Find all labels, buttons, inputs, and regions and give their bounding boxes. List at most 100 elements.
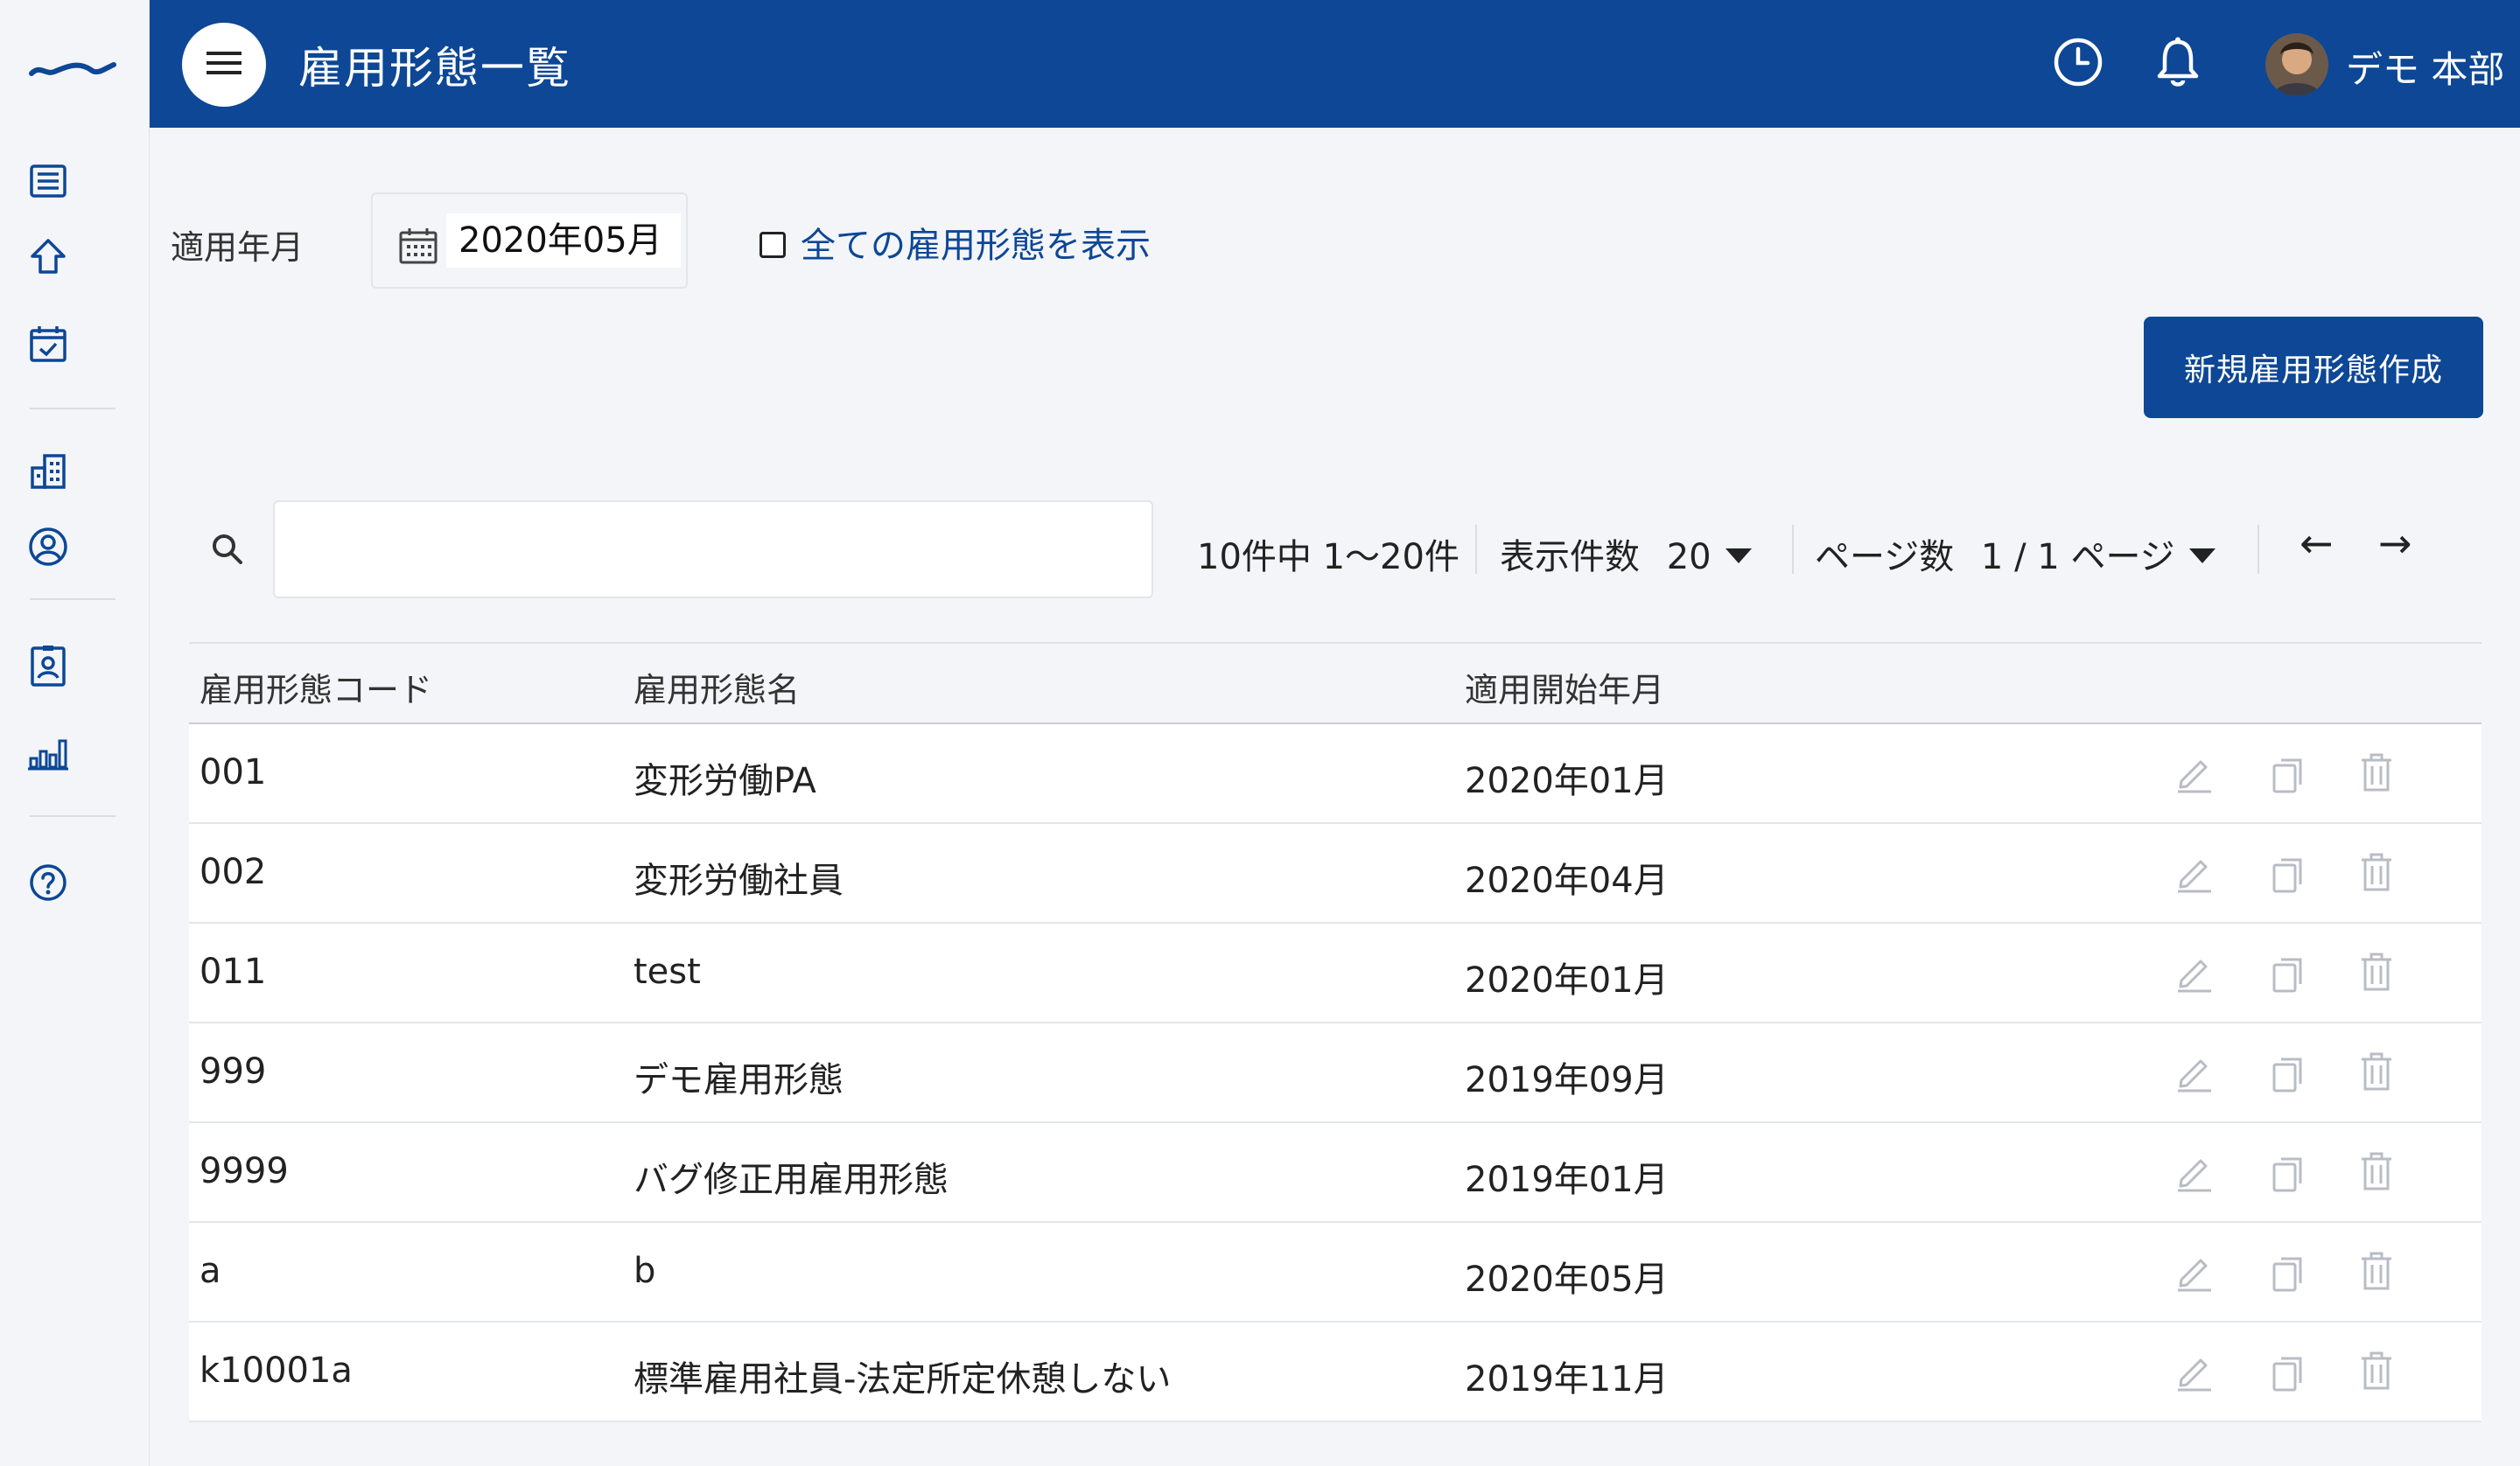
search-icon[interactable] — [210, 532, 245, 570]
sidebar-divider — [30, 598, 116, 600]
name-cell: b — [634, 1251, 656, 1291]
sidebar-item-help[interactable] — [24, 861, 72, 908]
menu-icon — [206, 50, 242, 80]
edit-button[interactable] — [2172, 1051, 2217, 1097]
copy-icon — [2269, 1052, 2306, 1096]
edit-button[interactable] — [2172, 952, 2217, 997]
pager-divider — [2258, 525, 2259, 574]
table-row[interactable]: 002 変形労働社員 2020年04月 — [189, 824, 2482, 924]
sidebar-item-attendance[interactable] — [24, 322, 72, 369]
delete-button[interactable] — [2354, 952, 2399, 997]
result-range: 10件中 1〜20件 — [1197, 537, 1460, 577]
pager-divider — [1792, 525, 1794, 574]
sidebar-item-users[interactable] — [24, 525, 72, 572]
copy-button[interactable] — [2264, 1251, 2310, 1296]
copy-button[interactable] — [2264, 1151, 2310, 1197]
calendar-icon[interactable] — [399, 227, 438, 268]
notification-button[interactable] — [2149, 35, 2207, 93]
copy-icon — [2269, 1252, 2306, 1295]
help-icon — [29, 863, 67, 905]
pencil-icon — [2174, 953, 2215, 996]
menu-button[interactable] — [182, 23, 266, 107]
avatar[interactable] — [2265, 33, 2328, 96]
table-body: 001 変形労働PA 2020年01月 002 変形労働社員 2020年04月 — [189, 724, 2482, 1422]
table-header: 雇用形態コード 雇用形態名 適用開始年月 — [189, 642, 2482, 724]
copy-button[interactable] — [2264, 1051, 2310, 1097]
pager-divider — [1475, 525, 1477, 574]
trash-icon — [2358, 1351, 2395, 1395]
delete-button[interactable] — [2354, 1051, 2399, 1097]
show-all-label[interactable]: 全ての雇用形態を表示 — [801, 217, 1151, 268]
date-input[interactable]: 2020年05月 — [446, 213, 681, 268]
sidebar-item-reports[interactable] — [24, 731, 72, 778]
code-cell: k10001a — [200, 1351, 353, 1391]
calendar-check-icon — [29, 325, 67, 366]
trash-icon — [2358, 1152, 2395, 1196]
date-picker[interactable]: 2020年05月 — [371, 192, 688, 289]
new-employment-type-button[interactable]: 新規雇用形態作成 — [2144, 317, 2483, 418]
show-all-checkbox[interactable] — [760, 232, 786, 258]
start-month-cell: 2019年11月 — [1465, 1359, 1669, 1400]
sidebar-item-home[interactable] — [24, 234, 72, 282]
delete-button[interactable] — [2354, 1351, 2399, 1396]
prev-page-button[interactable]: ← — [2300, 520, 2334, 567]
sidebar — [0, 0, 150, 1466]
chevron-down-icon — [2188, 548, 2216, 563]
trash-icon — [2358, 953, 2395, 996]
edit-button[interactable] — [2172, 752, 2217, 798]
name-cell: バグ修正用雇用形態 — [634, 1160, 948, 1200]
user-name[interactable]: デモ 本部 — [2346, 40, 2504, 94]
id-card-icon — [29, 645, 67, 690]
pencil-icon — [2174, 853, 2215, 897]
sidebar-divider — [30, 408, 116, 409]
table-row[interactable]: 999 デモ雇用形態 2019年09月 — [189, 1023, 2482, 1123]
column-header-code[interactable]: 雇用形態コード — [200, 663, 432, 711]
trash-icon — [2358, 853, 2395, 897]
per-page-select[interactable]: 表示件数 20 — [1500, 528, 1752, 579]
start-month-cell: 2019年09月 — [1465, 1060, 1669, 1100]
copy-button[interactable] — [2264, 752, 2310, 798]
clock-icon — [2053, 37, 2104, 91]
sidebar-item-employees[interactable] — [24, 644, 72, 691]
sidebar-item-organization[interactable] — [24, 450, 72, 497]
edit-button[interactable] — [2172, 1151, 2217, 1197]
edit-button[interactable] — [2172, 852, 2217, 897]
per-page-label: 表示件数 — [1500, 537, 1640, 577]
delete-button[interactable] — [2354, 752, 2399, 798]
copy-button[interactable] — [2264, 952, 2310, 997]
table-row[interactable]: 001 変形労働PA 2020年01月 — [189, 724, 2482, 824]
delete-button[interactable] — [2354, 1151, 2399, 1197]
edit-button[interactable] — [2172, 1251, 2217, 1296]
page-select[interactable]: ページ数 1 / 1 ページ — [1815, 528, 2216, 579]
trash-icon — [2358, 1252, 2395, 1295]
delete-button[interactable] — [2354, 1251, 2399, 1296]
page-title: 雇用形態一覧 — [298, 43, 571, 94]
table-row[interactable]: 011 test 2020年01月 — [189, 924, 2482, 1023]
copy-icon — [2269, 853, 2306, 897]
page-label: ページ数 — [1815, 537, 1955, 577]
edit-button[interactable] — [2172, 1351, 2217, 1396]
employment-type-table: 雇用形態コード 雇用形態名 適用開始年月 001 変形労働PA 2020年01月… — [189, 642, 2482, 1422]
date-label: 適用年月 — [171, 228, 304, 267]
table-row[interactable]: 9999 バグ修正用雇用形態 2019年01月 — [189, 1123, 2482, 1223]
history-button[interactable] — [2049, 35, 2107, 93]
copy-icon — [2269, 1152, 2306, 1196]
search-input[interactable] — [273, 500, 1153, 598]
code-cell: 001 — [200, 752, 267, 792]
copy-button[interactable] — [2264, 1351, 2310, 1396]
code-cell: 011 — [200, 952, 267, 992]
delete-button[interactable] — [2354, 852, 2399, 897]
table-row[interactable]: k10001a 標準雇用社員-法定所定休憩しない 2019年11月 — [189, 1323, 2482, 1422]
name-cell: test — [634, 952, 701, 992]
table-row[interactable]: a b 2020年05月 — [189, 1223, 2482, 1323]
sidebar-item-list[interactable] — [24, 159, 72, 206]
column-header-start[interactable]: 適用開始年月 — [1465, 663, 1664, 711]
name-cell: デモ雇用形態 — [634, 1060, 844, 1100]
app-logo-icon[interactable] — [28, 49, 119, 87]
column-header-name[interactable]: 雇用形態名 — [634, 663, 800, 711]
code-cell: a — [200, 1251, 221, 1291]
pencil-icon — [2174, 1152, 2215, 1196]
copy-button[interactable] — [2264, 852, 2310, 897]
next-page-button[interactable]: → — [2378, 520, 2412, 567]
per-page-value: 20 — [1666, 537, 1712, 577]
